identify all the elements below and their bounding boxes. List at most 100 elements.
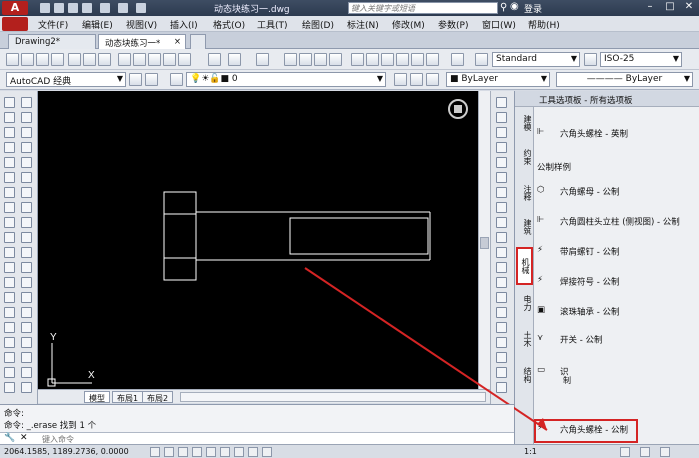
list-icon[interactable] <box>496 187 507 198</box>
osnap-icon[interactable] <box>206 447 216 457</box>
explode-icon[interactable] <box>21 337 32 348</box>
rectangle-icon[interactable] <box>4 157 15 168</box>
chamfer-icon[interactable] <box>21 307 32 318</box>
markup-icon[interactable] <box>411 53 424 66</box>
set-var-icon[interactable] <box>496 217 507 228</box>
linear-dim-icon[interactable] <box>496 247 507 258</box>
menu-draw[interactable]: 绘图(D) <box>302 18 334 31</box>
search-icon[interactable]: ⚲ <box>500 2 507 13</box>
hatch-icon[interactable] <box>4 307 15 318</box>
close-tab-icon[interactable]: × <box>174 37 181 47</box>
palette-tab-architectural[interactable]: 建筑 <box>516 217 533 237</box>
autocad-logo-icon[interactable]: A <box>2 1 28 15</box>
region-mass-icon[interactable] <box>496 172 507 183</box>
circle-icon[interactable] <box>4 187 15 198</box>
scale-icon[interactable] <box>21 202 32 213</box>
tab-active-drawing[interactable]: 动态块练习一* × <box>98 34 186 49</box>
arc-icon[interactable] <box>4 172 15 183</box>
text-style-select[interactable]: Standard ▼ <box>492 52 580 67</box>
snap-mode-icon[interactable] <box>150 447 160 457</box>
close-icon[interactable]: ✕ <box>679 0 699 14</box>
close-icon[interactable]: ✕ <box>20 433 28 443</box>
break-icon[interactable] <box>21 277 32 288</box>
save-toolbar-icon[interactable] <box>51 53 64 66</box>
sheetset-icon[interactable] <box>396 53 409 66</box>
palette-tab-annotation[interactable]: 注释 <box>516 183 533 203</box>
fillet-icon[interactable] <box>21 322 32 333</box>
qnew-icon[interactable] <box>21 53 34 66</box>
line-icon[interactable] <box>4 97 15 108</box>
polyline-icon[interactable] <box>4 127 15 138</box>
baseline-dim-icon[interactable] <box>496 382 507 393</box>
palette-tab-modeling[interactable]: 建模 <box>516 113 533 133</box>
save-as-icon[interactable] <box>82 3 92 13</box>
drawing-canvas[interactable]: Y X <box>38 91 478 389</box>
otrack-icon[interactable] <box>220 447 230 457</box>
menu-modify[interactable]: 修改(M) <box>392 18 425 31</box>
grid-display-icon[interactable] <box>164 447 174 457</box>
id-icon[interactable] <box>496 202 507 213</box>
matchprop-icon[interactable] <box>163 53 176 66</box>
menu-help[interactable]: 帮助(H) <box>528 18 560 31</box>
layer-select[interactable]: 💡☀🔓■ 0 ▼ <box>186 72 386 87</box>
palette-tab-structural[interactable]: 结构 <box>516 365 533 385</box>
construction-line-icon[interactable] <box>4 112 15 123</box>
spline-icon[interactable] <box>4 217 15 228</box>
menu-view[interactable]: 视图(V) <box>126 18 157 31</box>
palette-item-hex-bolt-imperial[interactable]: ⊩ 六角头螺栓 - 英制 <box>537 127 628 141</box>
erase-icon[interactable] <box>21 97 32 108</box>
palette-item-hex-nut[interactable]: ⬡ 六角螺母 - 公制 <box>537 185 619 199</box>
block-editor-icon[interactable] <box>178 53 191 66</box>
copy-icon[interactable] <box>21 112 32 123</box>
open-icon[interactable] <box>36 53 49 66</box>
undo-toolbar-icon[interactable] <box>228 53 241 66</box>
save-icon[interactable] <box>68 3 78 13</box>
pan-icon[interactable] <box>284 53 297 66</box>
polar-tracking-icon[interactable] <box>192 447 202 457</box>
layer-states-icon[interactable] <box>426 73 439 86</box>
offset-icon[interactable] <box>21 142 32 153</box>
workspace-switch-icon[interactable] <box>620 447 630 457</box>
aligned-dim-icon[interactable] <box>496 262 507 273</box>
angular-dim-icon[interactable] <box>496 352 507 363</box>
palette-item-switch[interactable]: ⋎ 开关 - 公制 <box>537 333 602 347</box>
lineweight-icon[interactable] <box>262 447 272 457</box>
menu-window[interactable]: 窗口(W) <box>482 18 516 31</box>
design-center-icon[interactable] <box>366 53 379 66</box>
application-menu-icon[interactable] <box>2 17 28 31</box>
layer-manager-icon[interactable] <box>170 73 183 86</box>
help-icon[interactable] <box>451 53 464 66</box>
new-file-icon[interactable] <box>40 3 50 13</box>
mtext-icon[interactable] <box>496 232 507 243</box>
minimize-icon[interactable]: – <box>640 0 660 14</box>
polygon-icon[interactable] <box>4 142 15 153</box>
vertical-scrollbar[interactable] <box>478 91 490 389</box>
scroll-thumb[interactable] <box>480 237 489 249</box>
extend-icon[interactable] <box>21 247 32 258</box>
workspace-save-icon[interactable] <box>145 73 158 86</box>
command-wrench-icon[interactable]: 🔧 <box>4 433 15 443</box>
join-icon[interactable] <box>21 292 32 303</box>
cut-icon[interactable] <box>118 53 131 66</box>
ordinate-dim-icon[interactable] <box>496 292 507 303</box>
reverse-icon[interactable] <box>21 367 32 378</box>
text-style-icon[interactable] <box>475 53 488 66</box>
palette-item-weld-symbol[interactable]: ⚡ 焊接符号 - 公制 <box>537 275 619 289</box>
menu-parameters[interactable]: 参数(P) <box>438 18 468 31</box>
maximize-icon[interactable]: □ <box>660 0 680 14</box>
tab-layout2[interactable]: 布局2 <box>142 391 174 403</box>
new-icon[interactable] <box>6 53 19 66</box>
properties-icon[interactable] <box>351 53 364 66</box>
region-icon[interactable] <box>4 337 15 348</box>
angle-icon[interactable] <box>496 127 507 138</box>
zoom-previous-icon[interactable] <box>329 53 342 66</box>
tool-palette-icon[interactable] <box>381 53 394 66</box>
tab-drawing2[interactable]: Drawing2* <box>8 34 96 49</box>
palette-item-socket-head[interactable]: ⊩ 六角圆柱头立柱 (侧视图) - 公制 <box>537 215 680 229</box>
menu-file[interactable]: 文件(F) <box>38 18 68 31</box>
add-selected-icon[interactable] <box>4 382 15 393</box>
jogged-dim-icon[interactable] <box>496 322 507 333</box>
horizontal-scrollbar[interactable] <box>180 392 486 402</box>
insert-block-icon[interactable] <box>4 262 15 273</box>
quick-dim-icon[interactable] <box>496 367 507 378</box>
